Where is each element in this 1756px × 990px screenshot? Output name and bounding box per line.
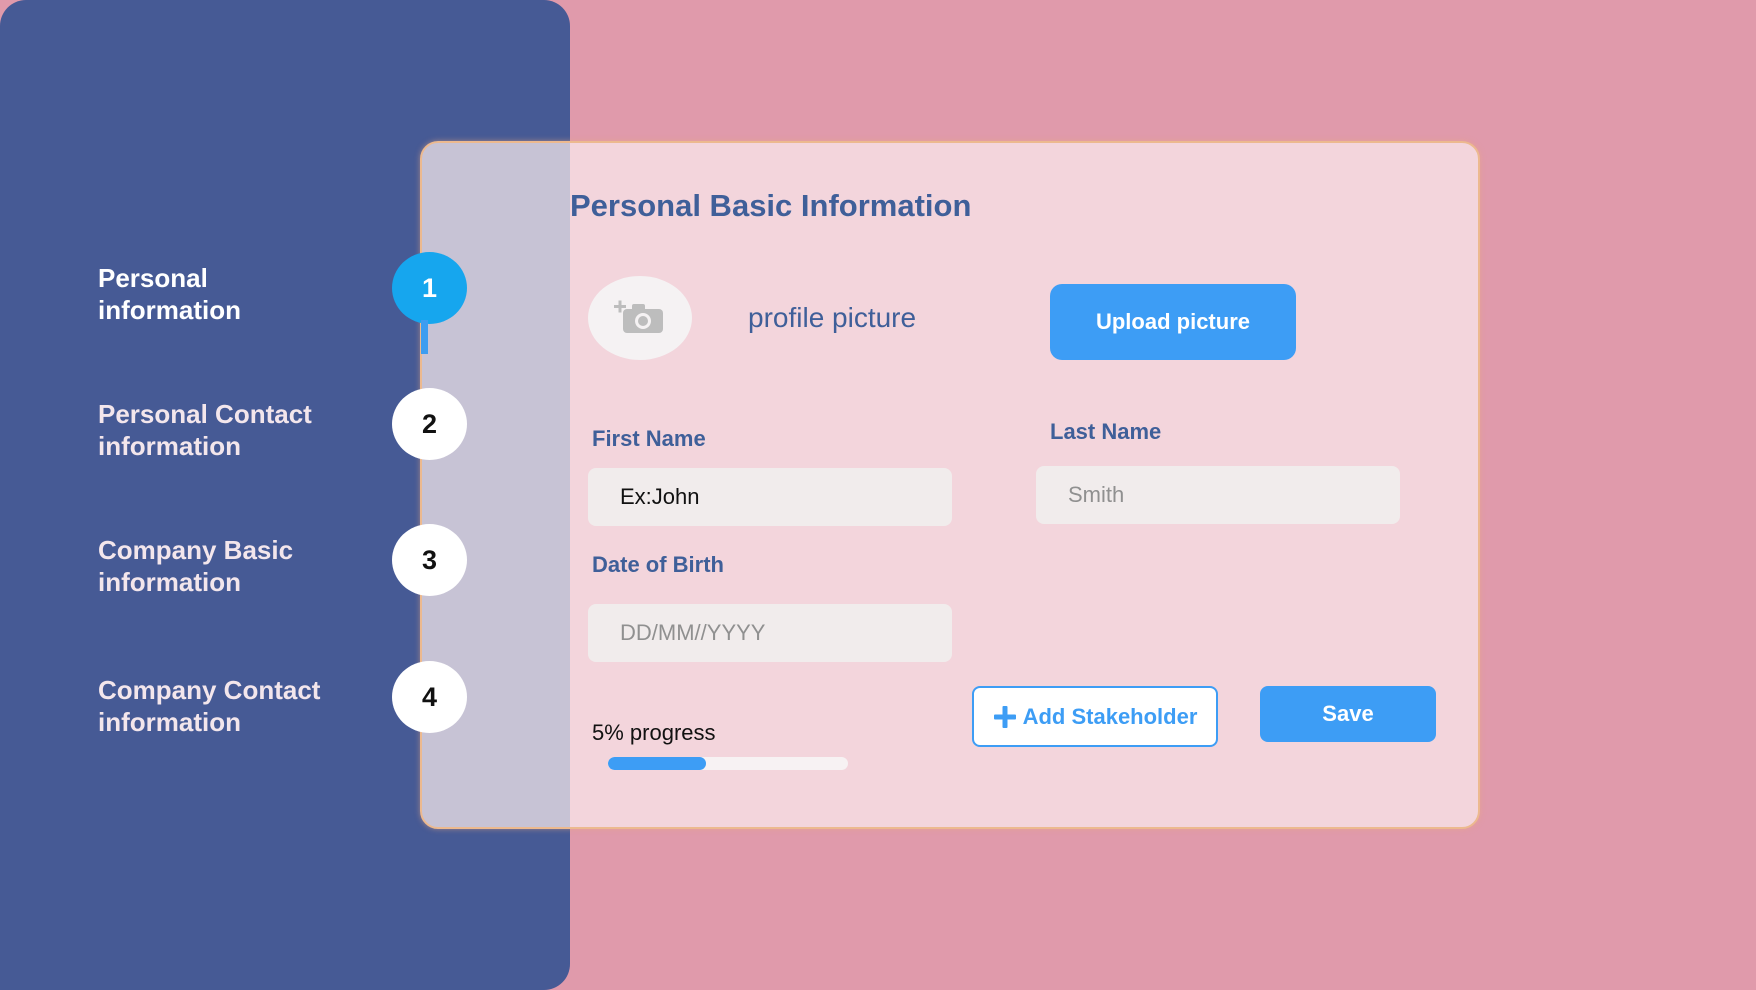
last-name-input[interactable]: Smith bbox=[1036, 466, 1400, 524]
step-label-personal-information[interactable]: Personal information bbox=[98, 262, 368, 326]
last-name-placeholder: Smith bbox=[1068, 482, 1125, 507]
plus-icon bbox=[993, 705, 1016, 728]
step-label-line: information bbox=[98, 567, 241, 597]
date-of-birth-placeholder: DD/MM//YYYY bbox=[620, 620, 766, 645]
step-label-line: information bbox=[98, 707, 241, 737]
step-label-personal-contact-information[interactable]: Personal Contact information bbox=[98, 398, 368, 462]
step-1-indicator[interactable]: 1 bbox=[392, 252, 467, 324]
page-title: Personal Basic Information bbox=[570, 188, 972, 223]
step-label-line: Company Basic bbox=[98, 535, 294, 565]
progress-bar-fill bbox=[608, 757, 707, 770]
step-label-company-basic-information[interactable]: Company Basic information bbox=[98, 534, 368, 598]
step-label-company-contact-information[interactable]: Company Contact information bbox=[98, 674, 368, 738]
step-label-line: information bbox=[98, 295, 241, 325]
avatar-placeholder[interactable] bbox=[588, 276, 692, 360]
step-3-indicator[interactable]: 3 bbox=[392, 524, 467, 596]
save-button[interactable]: Save bbox=[1260, 686, 1436, 742]
step-label-line: information bbox=[98, 431, 241, 461]
step-connector bbox=[421, 320, 428, 354]
step-4-indicator[interactable]: 4 bbox=[392, 661, 467, 733]
last-name-label: Last Name bbox=[1050, 419, 1162, 444]
progress-label: 5% progress bbox=[592, 720, 716, 745]
first-name-label: First Name bbox=[592, 426, 706, 451]
camera-add-icon bbox=[614, 300, 663, 333]
profile-picture-label: profile picture bbox=[748, 302, 917, 333]
date-of-birth-label: Date of Birth bbox=[592, 552, 724, 577]
add-stakeholder-button[interactable]: Add Stakeholder bbox=[972, 686, 1218, 747]
step-2-indicator[interactable]: 2 bbox=[392, 388, 467, 460]
step-label-line: Company Contact bbox=[98, 675, 321, 705]
step-label-line: Personal Contact bbox=[98, 399, 312, 429]
step-label-line: Personal bbox=[98, 263, 208, 293]
first-name-value: Ex:John bbox=[620, 484, 700, 509]
add-stakeholder-label: Add Stakeholder bbox=[1022, 703, 1198, 729]
progress-bar bbox=[608, 757, 848, 770]
upload-picture-button[interactable]: Upload picture bbox=[1050, 284, 1296, 360]
first-name-input[interactable]: Ex:John bbox=[588, 468, 952, 526]
date-of-birth-input[interactable]: DD/MM//YYYY bbox=[588, 604, 952, 662]
